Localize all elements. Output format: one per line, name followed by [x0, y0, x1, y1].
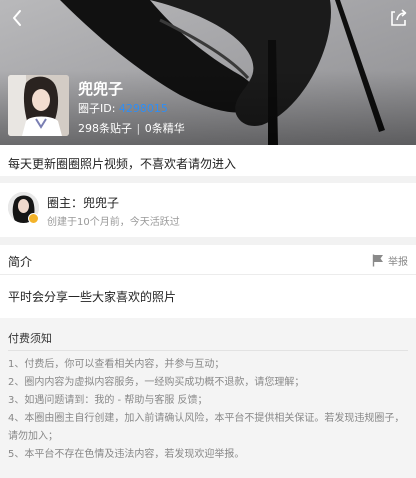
- report-label: 举报: [388, 257, 408, 268]
- owner-name: 圈主：兜兜子: [47, 196, 120, 210]
- paid-notice: 付费须知 1、付费后，你可以查看相关内容，并参与互动； 2、圈内内容为虚拟内容服…: [0, 318, 416, 478]
- intro-header: 简介 举报: [0, 245, 416, 275]
- back-button[interactable]: [6, 6, 30, 30]
- owner-badge-icon: [28, 213, 39, 224]
- notice-item: 3、如遇问题请到：我的 - 帮助与客服 反馈；: [8, 395, 208, 406]
- notice-item: 4、本圈由圈主自行创建，加入前请确认风险，本平台不提供相关保证。若发现违规圈子，…: [8, 413, 405, 442]
- circle-description: 每天更新圈圈照片视频，不喜欢者请勿进入: [8, 157, 237, 171]
- report-button[interactable]: 举报: [372, 253, 408, 268]
- cover-photo: [8, 75, 69, 136]
- circle-cover-image: [8, 75, 69, 136]
- notice-title: 付费须知: [8, 332, 52, 345]
- section-divider: [0, 176, 416, 183]
- section-divider: [0, 237, 416, 245]
- share-icon: [391, 9, 407, 26]
- flag-icon: [372, 254, 383, 267]
- share-button[interactable]: [386, 6, 410, 30]
- circle-stats: 298条贴子 | 0条精华: [78, 120, 185, 136]
- owner-meta: 创建于10个月前，今天活跃过: [47, 217, 180, 228]
- circle-id-label: 圈子ID:: [78, 102, 116, 115]
- circle-id-value: 4298015: [118, 102, 168, 115]
- notice-item: 2、圈内内容为虚拟内容服务，一经购买成功概不退款，请您理解；: [8, 377, 305, 388]
- intro-text: 平时会分享一些大家喜欢的照片: [8, 290, 177, 304]
- featured-count: 0条精华: [144, 122, 185, 135]
- circle-id: 圈子ID: 4298015: [78, 100, 168, 116]
- notice-item: 1、付费后，你可以查看相关内容，并参与互动；: [8, 359, 225, 370]
- notice-divider: [8, 350, 408, 351]
- notice-list: 1、付费后，你可以查看相关内容，并参与互动； 2、圈内内容为虚拟内容服务，一经购…: [8, 356, 408, 464]
- circle-header: 兜兜子 圈子ID: 4298015 298条贴子 | 0条精华: [0, 0, 416, 145]
- post-count: 298条贴子: [78, 122, 132, 135]
- notice-item: 5、本平台不存在色情及违法内容，若发现欢迎举报。: [8, 449, 245, 460]
- owner-row[interactable]: 圈主：兜兜子 创建于10个月前，今天活跃过: [0, 187, 416, 237]
- stats-separator: |: [136, 122, 141, 135]
- chevron-left-icon: [13, 10, 21, 26]
- circle-name: 兜兜子: [78, 80, 124, 98]
- intro-title: 简介: [8, 255, 33, 269]
